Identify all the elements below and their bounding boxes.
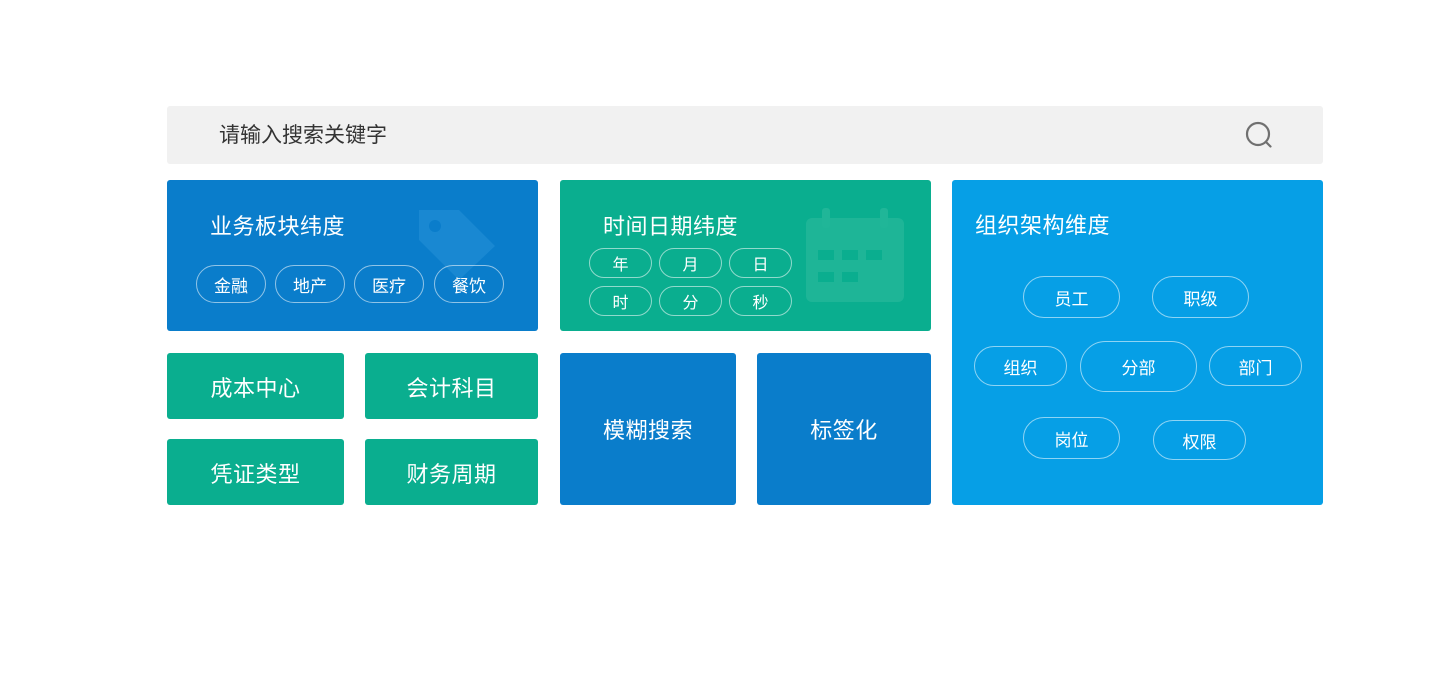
search-input[interactable] — [207, 115, 1231, 155]
tag-hour[interactable]: 时 — [589, 286, 652, 316]
fuzzy-search-label: 模糊搜索 — [602, 419, 693, 444]
cost-center-label: 成本中心 — [210, 377, 301, 402]
org-title: 组织架构维度 — [975, 214, 1111, 239]
tag-medical[interactable]: 医疗 — [354, 265, 424, 303]
accounting-subject-tile[interactable]: 会计科目 — [365, 353, 538, 419]
tag-position[interactable]: 岗位 — [1023, 417, 1120, 459]
tag-minute[interactable]: 分 — [659, 286, 722, 316]
search-icon[interactable] — [1245, 121, 1275, 151]
voucher-type-tile[interactable]: 凭证类型 — [167, 439, 344, 505]
financial-period-label: 财务周期 — [406, 463, 497, 488]
tag-department[interactable]: 部门 — [1209, 346, 1302, 386]
business-dimension-card: 业务板块纬度 金融 地产 医疗 餐饮 — [167, 180, 538, 331]
search-bar — [167, 106, 1323, 164]
tag-month[interactable]: 月 — [659, 248, 722, 278]
financial-period-tile[interactable]: 财务周期 — [365, 439, 538, 505]
tag-catering[interactable]: 餐饮 — [434, 265, 504, 303]
tagging-label: 标签化 — [810, 419, 878, 444]
business-title: 业务板块纬度 — [210, 215, 346, 240]
tag-year[interactable]: 年 — [589, 248, 652, 278]
tag-second[interactable]: 秒 — [729, 286, 792, 316]
org-dimension-card: 组织架构维度 员工 职级 组织 分部 部门 岗位 权限 — [952, 180, 1323, 505]
accounting-subject-label: 会计科目 — [406, 377, 497, 402]
calendar-icon — [806, 208, 904, 302]
datetime-dimension-card: 时间日期纬度 年 月 日 时 分 秒 — [560, 180, 931, 331]
fuzzy-search-tile[interactable]: 模糊搜索 — [560, 353, 736, 505]
tag-day[interactable]: 日 — [729, 248, 792, 278]
tag-real-estate[interactable]: 地产 — [275, 265, 345, 303]
tag-branch[interactable]: 分部 — [1080, 341, 1197, 392]
tag-organization[interactable]: 组织 — [974, 346, 1067, 386]
tag-finance[interactable]: 金融 — [196, 265, 266, 303]
tag-rank[interactable]: 职级 — [1152, 276, 1249, 318]
tagging-tile[interactable]: 标签化 — [757, 353, 931, 505]
datetime-title: 时间日期纬度 — [603, 215, 739, 240]
cost-center-tile[interactable]: 成本中心 — [167, 353, 344, 419]
tag-permission[interactable]: 权限 — [1153, 420, 1246, 460]
tag-employee[interactable]: 员工 — [1023, 276, 1120, 318]
voucher-type-label: 凭证类型 — [210, 463, 301, 488]
